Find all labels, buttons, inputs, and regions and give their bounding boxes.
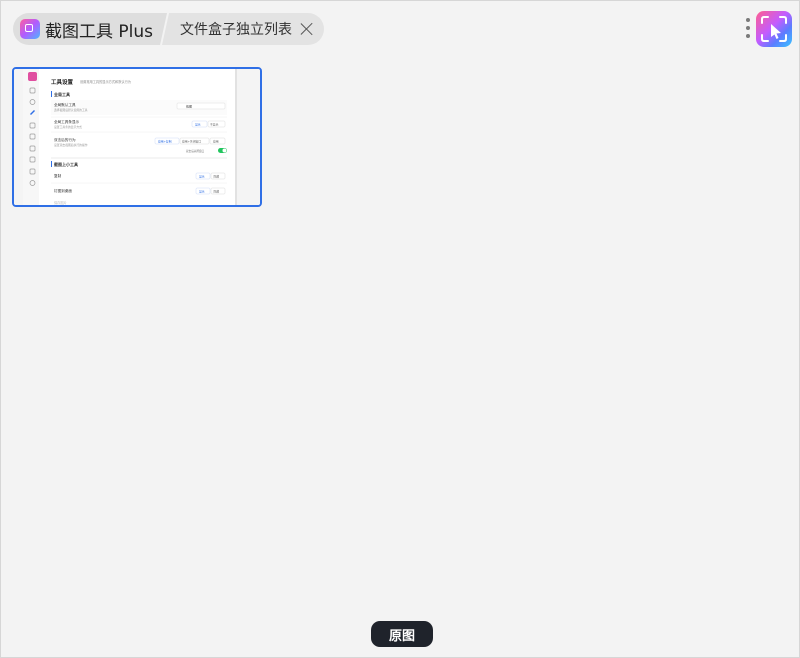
svg-text:应用+关闭窗口: 应用+关闭窗口	[182, 140, 201, 144]
breadcrumb: 截图工具 Plus 文件盒子独立列表	[13, 13, 325, 45]
svg-text:显示: 显示	[199, 175, 205, 179]
screenshot-thumbnail[interactable]: 工具设置 设置常用工具的显示方式和默认行为 全局工具 全局默认工具 选择截图后默…	[12, 67, 262, 207]
svg-text:应用+复制: 应用+复制	[158, 140, 172, 144]
tab-file-box-list[interactable]: 文件盒子独立列表	[162, 13, 325, 45]
svg-text:隐藏: 隐藏	[214, 190, 220, 194]
svg-text:保存图片: 保存图片	[54, 200, 67, 205]
svg-text:设置双击截图后执行的操作: 设置双击截图后执行的操作	[54, 143, 88, 147]
svg-text:显示: 显示	[199, 190, 205, 194]
brand-logo-icon[interactable]	[756, 11, 792, 47]
tab-label: 文件盒子独立列表	[180, 22, 293, 38]
svg-text:截图: 截图	[186, 104, 192, 109]
svg-text:设置常用工具的显示方式和默认行为: 设置常用工具的显示方式和默认行为	[80, 79, 131, 84]
svg-text:设置工具条的显示方式: 设置工具条的显示方式	[54, 125, 82, 129]
svg-text:双击后关闭窗口: 双击后关闭窗口	[186, 149, 205, 153]
close-icon[interactable]	[300, 22, 314, 36]
svg-text:应用: 应用	[213, 140, 219, 144]
svg-text:截图上小工具: 截图上小工具	[54, 161, 78, 167]
svg-text:工具设置: 工具设置	[51, 78, 74, 86]
thumbnail-image: 工具设置 设置常用工具的显示方式和默认行为 全局工具 全局默认工具 选择截图后默…	[14, 69, 260, 205]
app-logo-icon	[20, 19, 40, 39]
app-crumb[interactable]: 截图工具 Plus	[13, 13, 167, 45]
more-vertical-icon[interactable]	[745, 18, 751, 40]
brand-logo-glyph	[761, 16, 787, 42]
svg-text:选择截图后默认使用的工具: 选择截图后默认使用的工具	[54, 108, 88, 112]
svg-text:复制: 复制	[54, 173, 62, 178]
svg-text:全局工具: 全局工具	[53, 91, 70, 97]
svg-text:全局默认工具: 全局默认工具	[54, 102, 76, 107]
svg-text:显示: 显示	[195, 123, 201, 127]
svg-text:全局工具条显示: 全局工具条显示	[54, 119, 80, 124]
app-title: 截图工具 Plus	[45, 21, 154, 42]
svg-text:钉图到桌面: 钉图到桌面	[54, 188, 72, 193]
svg-text:双击后的行为: 双击后的行为	[54, 137, 76, 142]
svg-text:不显示: 不显示	[210, 123, 219, 127]
original-image-button[interactable]: 原图	[371, 621, 433, 647]
svg-text:隐藏: 隐藏	[214, 175, 220, 179]
